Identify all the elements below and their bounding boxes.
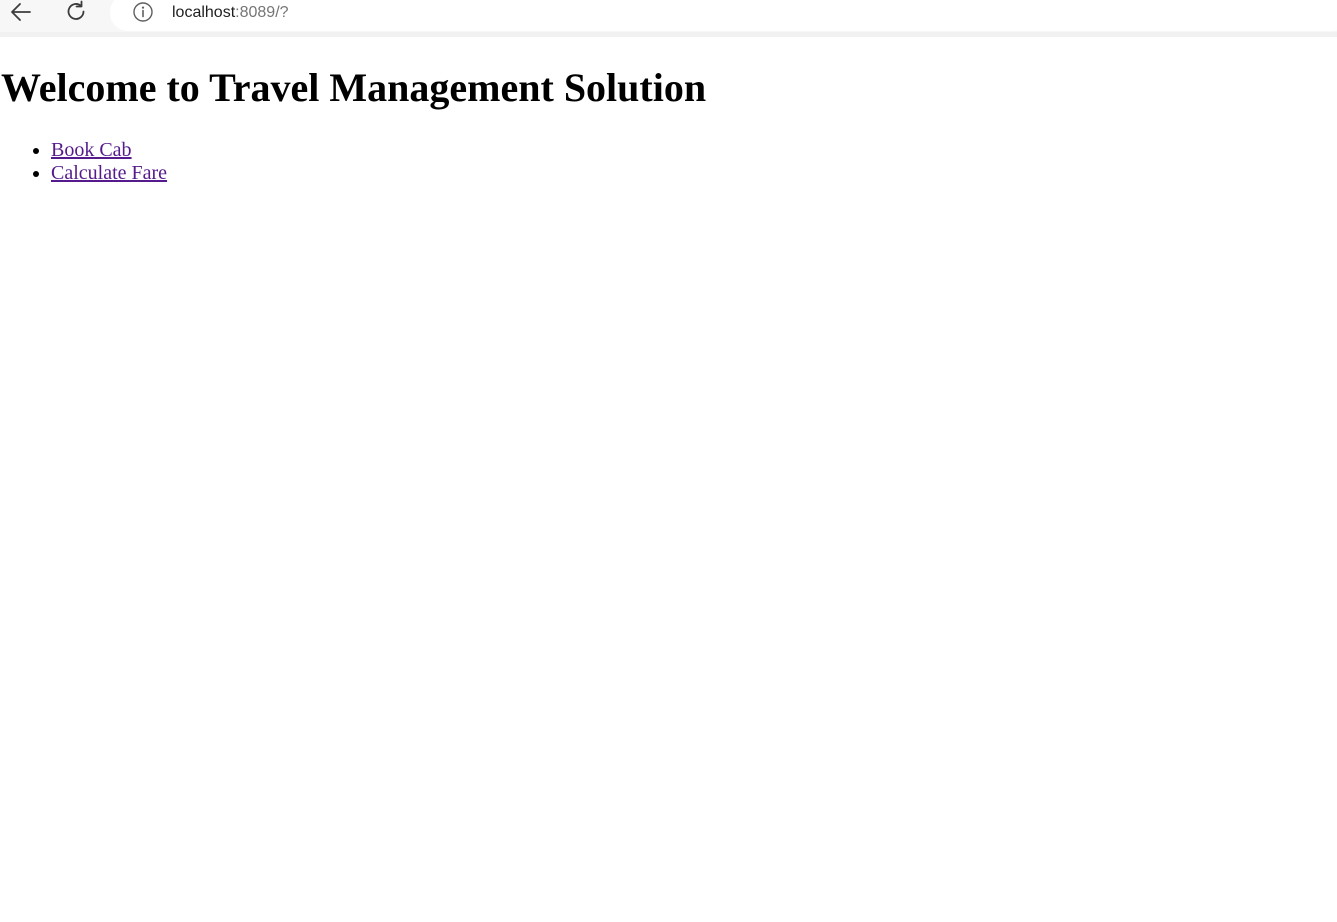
nav-link-list: Book Cab Calculate Fare (0, 139, 167, 185)
reload-button[interactable] (59, 0, 93, 28)
address-bar[interactable]: localhost:8089/? (110, 0, 1337, 31)
site-info-button[interactable] (132, 1, 154, 28)
arrow-left-icon (9, 0, 33, 29)
page-content: Welcome to Travel Management Solution Bo… (0, 37, 1337, 922)
page-title: Welcome to Travel Management Solution (1, 65, 707, 110)
info-icon (132, 1, 154, 28)
back-button[interactable] (4, 0, 38, 28)
calculate-fare-link[interactable]: Calculate Fare (51, 162, 167, 184)
browser-toolbar: localhost:8089/? (0, 0, 1337, 37)
url-text[interactable]: localhost:8089/? (172, 3, 289, 23)
list-item: Calculate Fare (51, 162, 167, 185)
url-path: :8089/? (235, 4, 289, 21)
book-cab-link[interactable]: Book Cab (51, 139, 132, 161)
reload-icon (64, 0, 88, 29)
list-item: Book Cab (51, 139, 167, 162)
url-host: localhost (172, 4, 236, 21)
